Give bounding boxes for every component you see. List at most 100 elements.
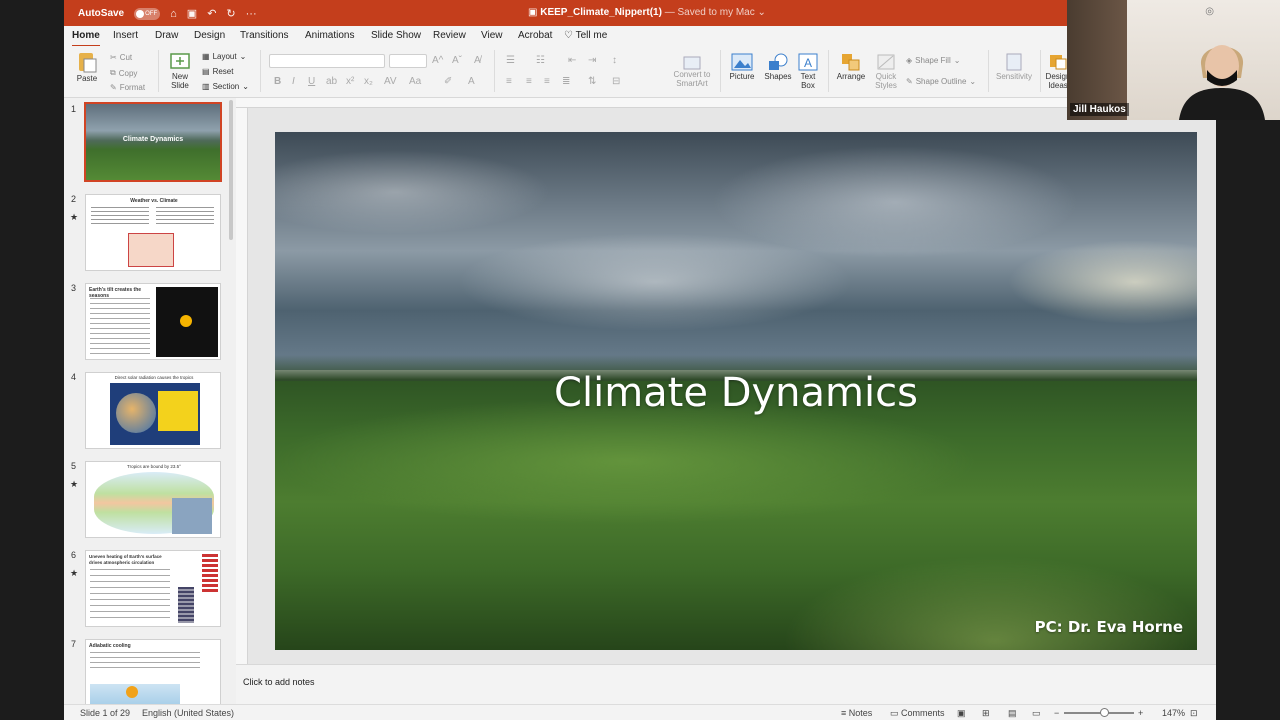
thumbnail-slide-6[interactable]: 6 ★ Uneven heating of Earth's surface dr… — [64, 550, 236, 634]
tab-review[interactable]: Review — [433, 30, 466, 41]
italic-icon[interactable]: I — [292, 76, 295, 87]
zoom-out-icon[interactable]: − — [1054, 708, 1059, 718]
increase-font-icon[interactable]: A^ — [432, 55, 443, 66]
notes-placeholder[interactable]: Click to add notes — [243, 677, 315, 687]
align-text-icon[interactable]: ⊟ — [612, 76, 620, 87]
photo-credit[interactable]: PC: Dr. Eva Horne — [1035, 618, 1183, 636]
numbering-icon[interactable]: ☷ — [536, 55, 545, 66]
highlight-icon[interactable]: ✐ — [444, 76, 452, 87]
slide-thumbnails-panel[interactable]: 1 Climate Dynamics 2 ★ Weather vs. Clima… — [64, 98, 236, 704]
thumbnail-slide-4[interactable]: 4 Direct solar radiation causes the trop… — [64, 372, 236, 456]
decrease-indent-icon[interactable]: ⇤ — [568, 55, 576, 66]
thumbnail-number: 7 — [71, 639, 77, 649]
new-slide-label: New Slide — [171, 72, 189, 90]
language[interactable]: English (United States) — [142, 708, 234, 718]
slide-sorter-icon[interactable]: ⊞ — [982, 708, 990, 719]
paste-button[interactable]: Paste — [74, 50, 100, 83]
slide-position: Slide 1 of 29 — [80, 708, 131, 718]
bullets-icon[interactable]: ☰ — [506, 55, 515, 66]
text-box-button[interactable]: A Text Box — [796, 52, 820, 90]
underline-icon[interactable]: U — [308, 76, 315, 87]
reset-button[interactable]: ▤ Reset — [202, 67, 233, 76]
line-spacing-icon[interactable]: ↕ — [612, 55, 617, 66]
tab-animations[interactable]: Animations — [305, 30, 354, 41]
font-name-dropdown[interactable] — [269, 54, 385, 68]
font-size-dropdown[interactable] — [389, 54, 427, 68]
bullet-lines — [90, 569, 170, 621]
clear-formatting-icon[interactable]: A̸ — [474, 55, 481, 66]
copy-button[interactable]: ⧉ Copy — [110, 68, 137, 78]
strikethrough-icon[interactable]: ab — [326, 76, 337, 87]
tab-view[interactable]: View — [481, 30, 503, 41]
thumbnail-caption: Adiabatic cooling — [89, 643, 131, 649]
tab-insert[interactable]: Insert — [113, 30, 138, 41]
tab-home[interactable]: Home — [72, 30, 100, 47]
tell-me-search[interactable]: ♡ Tell me — [564, 30, 607, 41]
shapes-button[interactable]: Shapes — [762, 52, 794, 81]
undo-icon[interactable]: ↶ — [207, 7, 216, 20]
align-right-icon[interactable]: ≡ — [544, 76, 550, 87]
more-options-icon[interactable]: ··· — [246, 8, 257, 20]
thumbnail-slide-1[interactable]: 1 Climate Dynamics — [64, 102, 236, 188]
decrease-font-icon[interactable]: Aˇ — [452, 55, 462, 66]
arrange-button[interactable]: Arrange — [834, 52, 868, 81]
slide-canvas[interactable]: Climate Dynamics PC: Dr. Eva Horne — [275, 132, 1197, 650]
convert-smartart-button[interactable]: Convert to SmartArt — [669, 56, 715, 88]
notes-toggle[interactable]: ≡ Notes — [841, 708, 872, 718]
cut-button[interactable]: ✂ Cut — [110, 53, 132, 62]
shape-fill-button[interactable]: ◈ Shape Fill ⌄ — [906, 56, 960, 65]
fit-to-window-icon[interactable]: ⊡ — [1190, 708, 1198, 719]
thumbnail-slide-2[interactable]: 2 ★ Weather vs. Climate — [64, 194, 236, 278]
justify-icon[interactable]: ≣ — [562, 76, 570, 87]
notes-pane[interactable]: Click to add notes — [236, 664, 1216, 704]
section-label: Section — [212, 82, 240, 91]
slideshow-icon[interactable]: ▭ — [1032, 708, 1041, 719]
superscript-icon[interactable]: x₂ — [364, 76, 373, 87]
redo-icon[interactable]: ↻ — [226, 7, 235, 20]
picture-button[interactable]: Picture — [726, 52, 758, 81]
divider — [1040, 50, 1041, 92]
character-spacing-icon[interactable]: AV — [384, 76, 397, 87]
reading-view-icon[interactable]: ▤ — [1008, 708, 1017, 719]
section-button[interactable]: ▥ Section ⌄ — [202, 82, 249, 91]
slide-title[interactable]: Climate Dynamics — [275, 370, 1197, 416]
picture-icon — [731, 53, 753, 71]
align-center-icon[interactable]: ≡ — [526, 76, 532, 87]
normal-view-icon[interactable]: ▣ — [957, 708, 966, 719]
align-left-icon[interactable]: ≡ — [506, 76, 512, 87]
tab-draw[interactable]: Draw — [155, 30, 178, 41]
text-direction-icon[interactable]: ⇅ — [588, 76, 596, 87]
tab-slide-show[interactable]: Slide Show — [371, 30, 421, 41]
subscript-icon[interactable]: x² — [346, 76, 354, 87]
tab-acrobat[interactable]: Acrobat — [518, 30, 552, 41]
home-icon[interactable]: ⌂ — [170, 8, 177, 20]
tab-design[interactable]: Design — [194, 30, 225, 41]
quick-styles-button[interactable]: Quick Styles — [872, 52, 900, 90]
save-icon[interactable]: ▣ — [187, 7, 197, 20]
zoom-level[interactable]: 147% — [1162, 708, 1185, 718]
change-case-icon[interactable]: Aa — [409, 76, 421, 87]
autosave-toggle[interactable]: OFF — [134, 7, 161, 20]
shapes-label: Shapes — [764, 72, 792, 81]
shape-outline-button[interactable]: ✎ Shape Outline ⌄ — [906, 77, 976, 86]
thumbnail-slide-3[interactable]: 3 Earth's tilt creates the seasons — [64, 283, 236, 367]
tab-transitions[interactable]: Transitions — [240, 30, 289, 41]
font-color-icon[interactable]: A — [468, 76, 475, 87]
seasons-diagram — [156, 287, 218, 357]
thumbnail-slide-7[interactable]: 7 Adiabatic cooling — [64, 639, 236, 704]
new-slide-button[interactable]: New Slide — [166, 50, 194, 90]
thumbnail-slide-5[interactable]: 5 ★ Tropics are bound by 23.5° — [64, 461, 236, 545]
layout-button[interactable]: ▦ Layout ⌄ — [202, 52, 246, 61]
zoom-in-icon[interactable]: + — [1138, 708, 1143, 718]
increase-indent-icon[interactable]: ⇥ — [588, 55, 596, 66]
zoom-slider-handle[interactable] — [1100, 708, 1109, 717]
bold-icon[interactable]: B — [274, 76, 281, 87]
comments-toggle[interactable]: ▭ Comments — [890, 708, 945, 719]
chevron-down-icon: ⌄ — [242, 82, 249, 91]
zoom-slider[interactable] — [1064, 712, 1134, 714]
quick-styles-label: Quick Styles — [875, 72, 897, 90]
sensitivity-button[interactable]: Sensitivity — [992, 52, 1036, 81]
participant-video[interactable]: ◎ Jill Haukos — [1067, 0, 1280, 120]
format-painter-button[interactable]: ✎ Format — [110, 83, 145, 92]
divider — [828, 50, 829, 92]
